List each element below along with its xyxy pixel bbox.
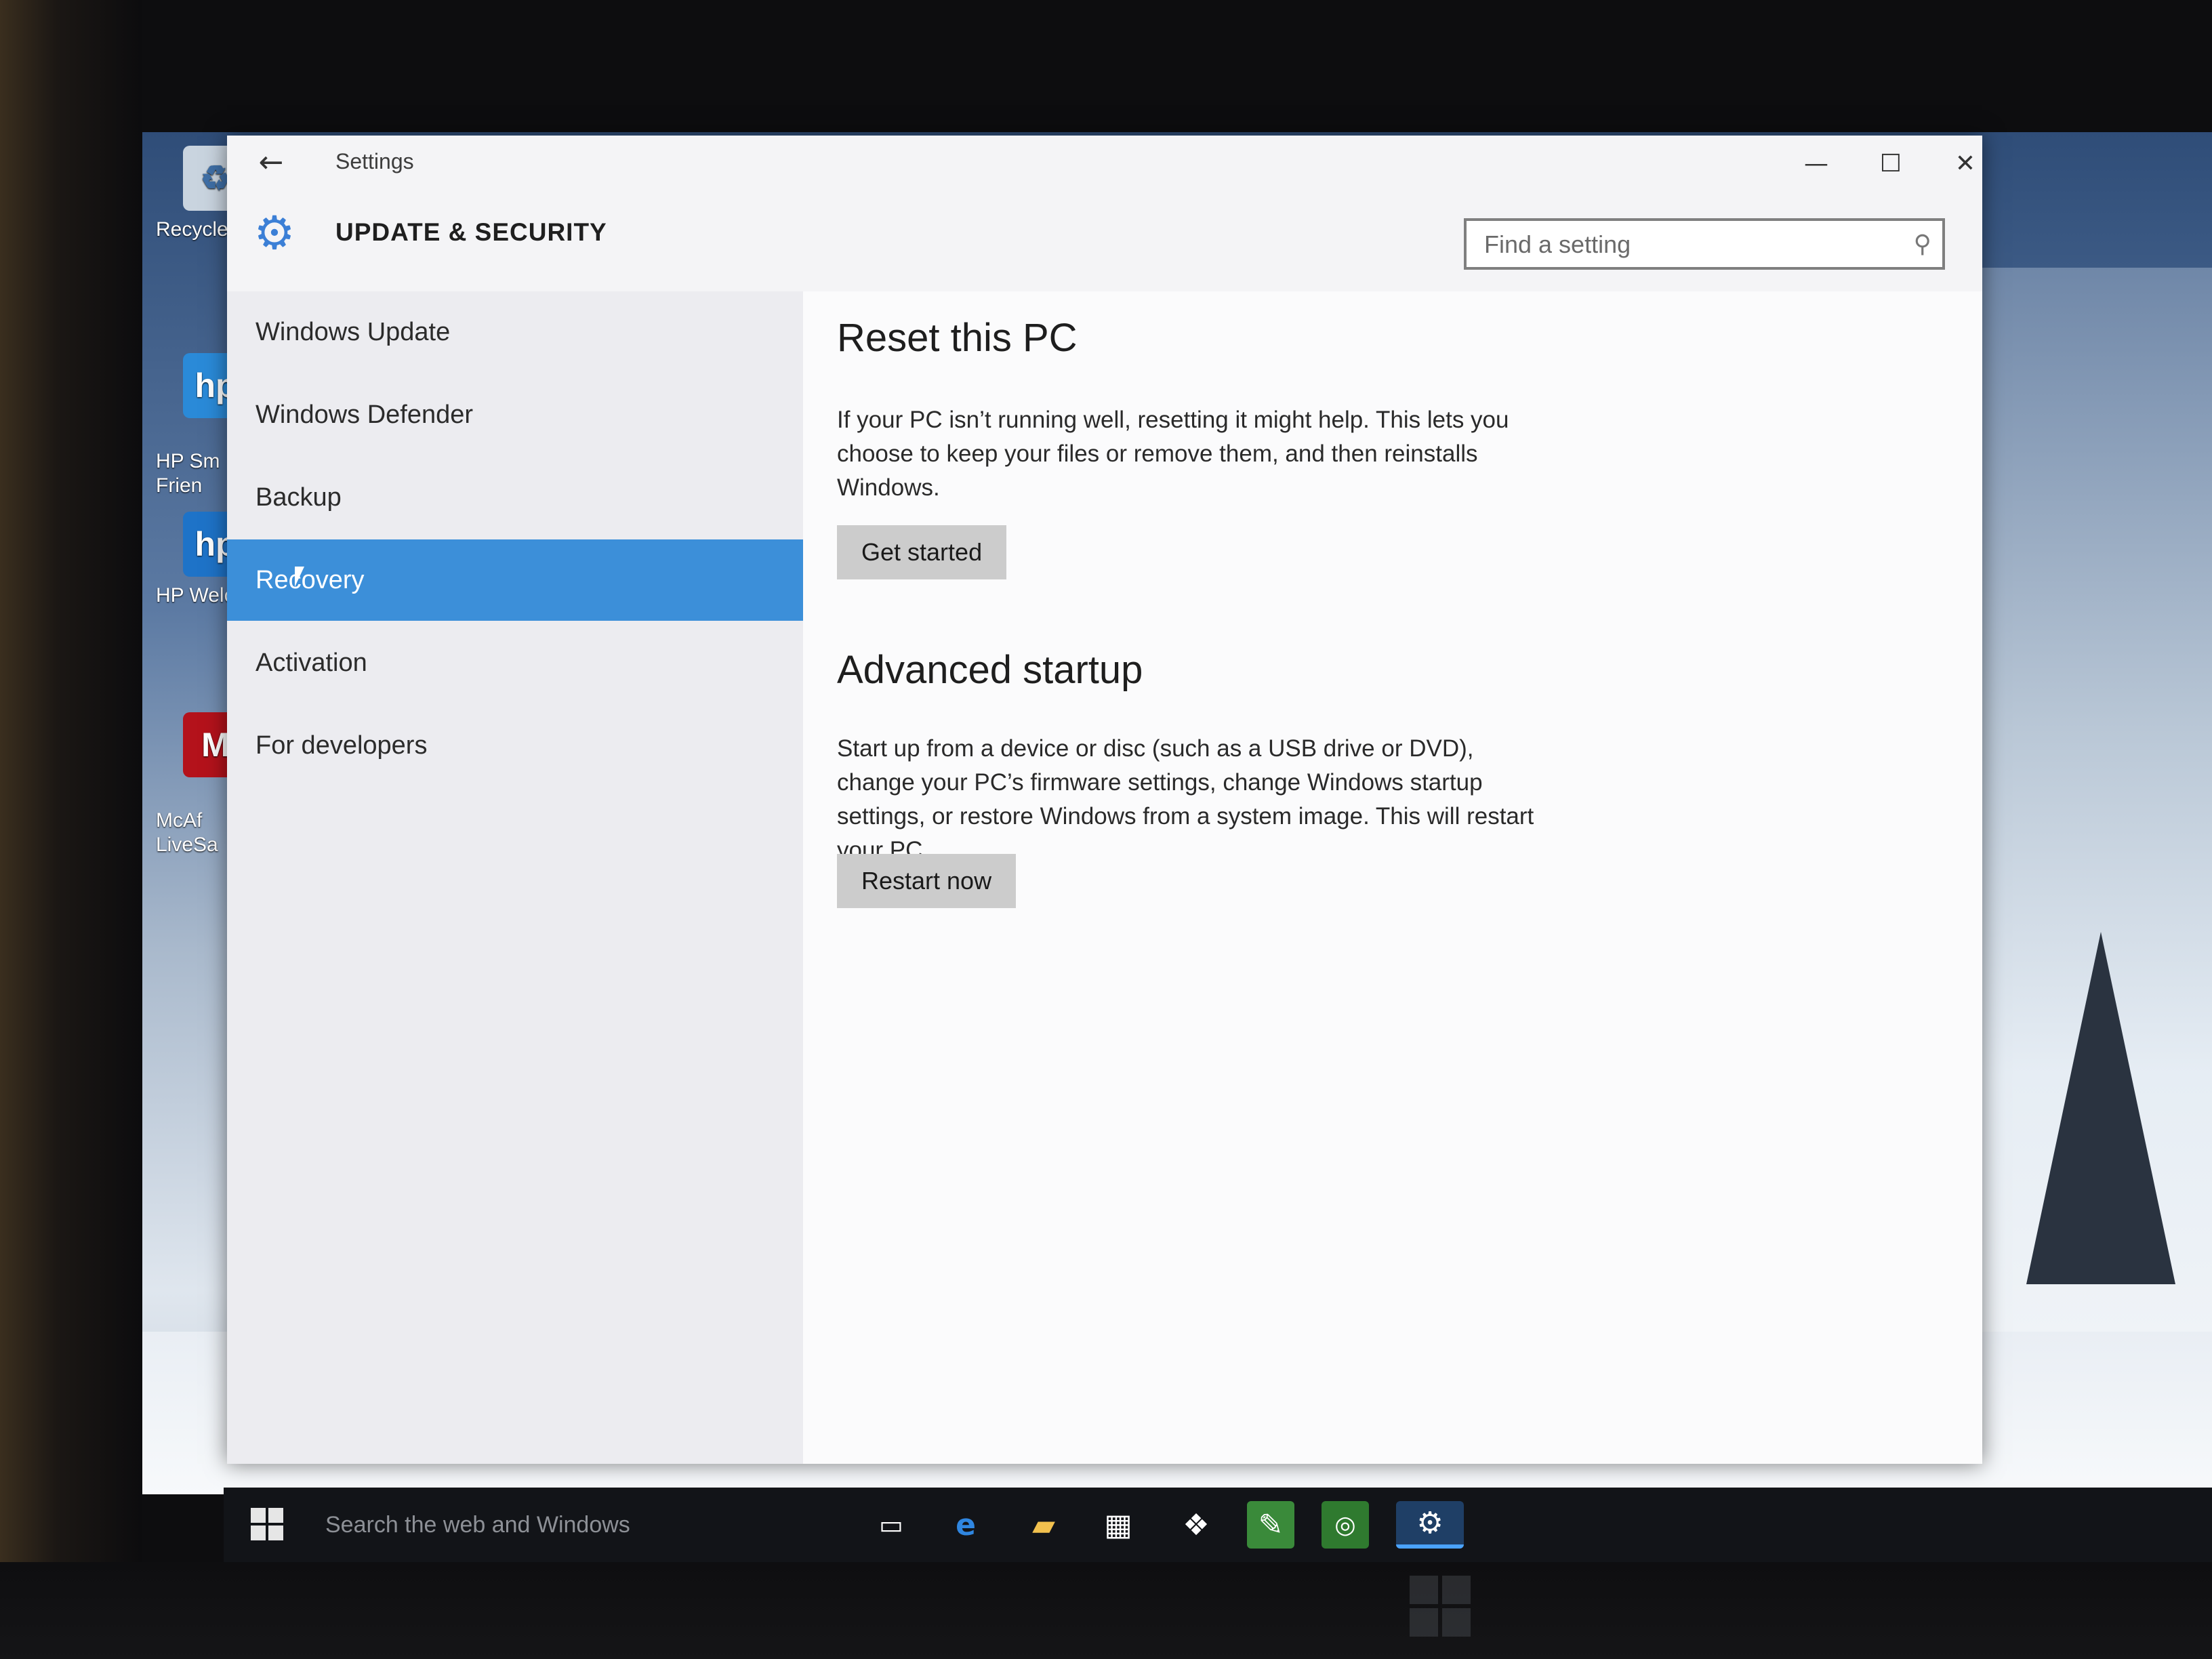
monitor-bezel-bottom	[0, 1562, 2212, 1659]
search-box[interactable]: ⚲	[1464, 218, 1945, 270]
page-title: UPDATE & SECURITY	[335, 218, 607, 246]
restart-now-button[interactable]: Restart now	[837, 854, 1017, 908]
sidebar-item-label: Windows Defender	[255, 401, 474, 429]
store-icon[interactable]: ▦	[1094, 1501, 1142, 1549]
desktop-icon-label: McAf LiveSa	[156, 809, 218, 856]
window-title: Settings	[335, 149, 414, 173]
windows-start-icon[interactable]	[251, 1508, 283, 1540]
sidebar-item-label: For developers	[255, 731, 428, 760]
monitor-bezel-left	[0, 0, 142, 1659]
settings-window: ← Settings — ☐ ✕ ⚙ UPDATE & SECURITY ⚲ W…	[227, 136, 1982, 1464]
back-arrow-icon[interactable]: ←	[251, 146, 291, 180]
get-started-button[interactable]: Get started	[837, 525, 1007, 579]
close-button[interactable]: ✕	[1935, 144, 1996, 184]
minimize-button[interactable]: —	[1786, 144, 1847, 184]
advanced-startup-title: Advanced startup	[837, 648, 1143, 692]
search-input[interactable]	[1483, 221, 1892, 268]
desktop-icon-label: Recycle	[156, 218, 228, 241]
file-explorer-icon[interactable]: ▰	[1020, 1501, 1067, 1549]
main-content: Reset this PC If your PC isn’t running w…	[803, 291, 1982, 1464]
desktop-icon-label: HP Welc	[156, 584, 234, 607]
taskbar-search[interactable]: Search the web and Windows	[325, 1502, 867, 1547]
sidebar-item-label: Activation	[255, 649, 367, 677]
sidebar-item-label: Recovery	[255, 566, 365, 594]
sidebar-nav: Windows Update Windows Defender Backup R…	[227, 291, 803, 1464]
maximize-button[interactable]: ☐	[1860, 144, 1921, 184]
sidebar-item-windows-update[interactable]: Windows Update	[227, 291, 803, 373]
sidebar-item-label: Backup	[255, 483, 342, 512]
edge-icon[interactable]: e	[942, 1501, 989, 1549]
mouse-cursor-icon	[295, 567, 304, 587]
advanced-startup-description: Start up from a device or disc (such as …	[837, 735, 1534, 863]
sidebar-item-windows-defender[interactable]: Windows Defender	[227, 374, 803, 455]
desktop-icon-label: HP Sm Frien	[156, 450, 220, 497]
gear-icon: ⚙	[253, 207, 295, 260]
task-view-icon[interactable]: ▭	[867, 1501, 915, 1549]
taskbar: Search the web and Windows ▭ e ▰ ▦ ❖ ✎ ◎…	[224, 1488, 2212, 1562]
search-icon[interactable]: ⚲	[1914, 230, 1931, 258]
desktop-wallpaper-tree	[2026, 932, 2175, 1284]
evernote-icon[interactable]: ✎	[1247, 1501, 1294, 1549]
reset-section-description: If your PC isn’t running well, resetting…	[837, 407, 1509, 501]
settings-icon[interactable]: ⚙	[1396, 1501, 1464, 1549]
tripadvisor-icon[interactable]: ◎	[1322, 1501, 1369, 1549]
sidebar-item-activation[interactable]: Activation	[227, 622, 803, 703]
sidebar-item-recovery[interactable]: Recovery	[227, 539, 803, 621]
windows-logo-icon	[1410, 1576, 1471, 1637]
sidebar-item-for-developers[interactable]: For developers	[227, 705, 803, 786]
reset-section-title: Reset this PC	[837, 316, 1078, 360]
sidebar-item-backup[interactable]: Backup	[227, 457, 803, 538]
title-bar: ← Settings — ☐ ✕	[227, 136, 1982, 190]
dropbox-icon[interactable]: ❖	[1172, 1501, 1220, 1549]
sidebar-item-label: Windows Update	[255, 318, 451, 346]
